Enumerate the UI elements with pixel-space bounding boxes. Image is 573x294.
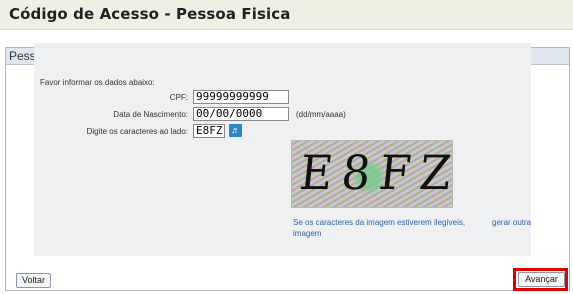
regenerate-image-link-part1[interactable]: gerar outra — [492, 218, 531, 227]
regenerate-image-link-part2[interactable]: imagem — [293, 229, 321, 238]
title-bar: Código de Acesso - Pessoa Fisica — [0, 0, 573, 30]
birth-label: Data de Nascimento: — [113, 110, 188, 119]
captcha-label: Digite os caracteres ao lado: — [86, 127, 188, 136]
next-button[interactable]: Avançar — [518, 272, 565, 287]
speaker-icon[interactable]: ♬ — [229, 124, 242, 137]
date-format-hint: (dd/mm/aaaa) — [296, 110, 346, 119]
back-button[interactable]: Voltar — [16, 273, 51, 288]
cpf-label: CPF: — [169, 93, 188, 102]
page-title: Código de Acesso - Pessoa Fisica — [9, 5, 291, 23]
cpf-input[interactable]: 99999999999 — [193, 90, 289, 104]
captcha-image-text: E8FZ — [297, 144, 453, 201]
captcha-image: E8FZ — [291, 140, 453, 208]
captcha-input[interactable]: E8FZ — [193, 124, 225, 138]
form-intro: Favor informar os dados abaixo: — [40, 78, 155, 87]
birth-date-input[interactable]: 00/00/0000 — [193, 107, 289, 121]
captcha-help-text: Se os caracteres da imagem estiverem ile… — [293, 218, 466, 227]
